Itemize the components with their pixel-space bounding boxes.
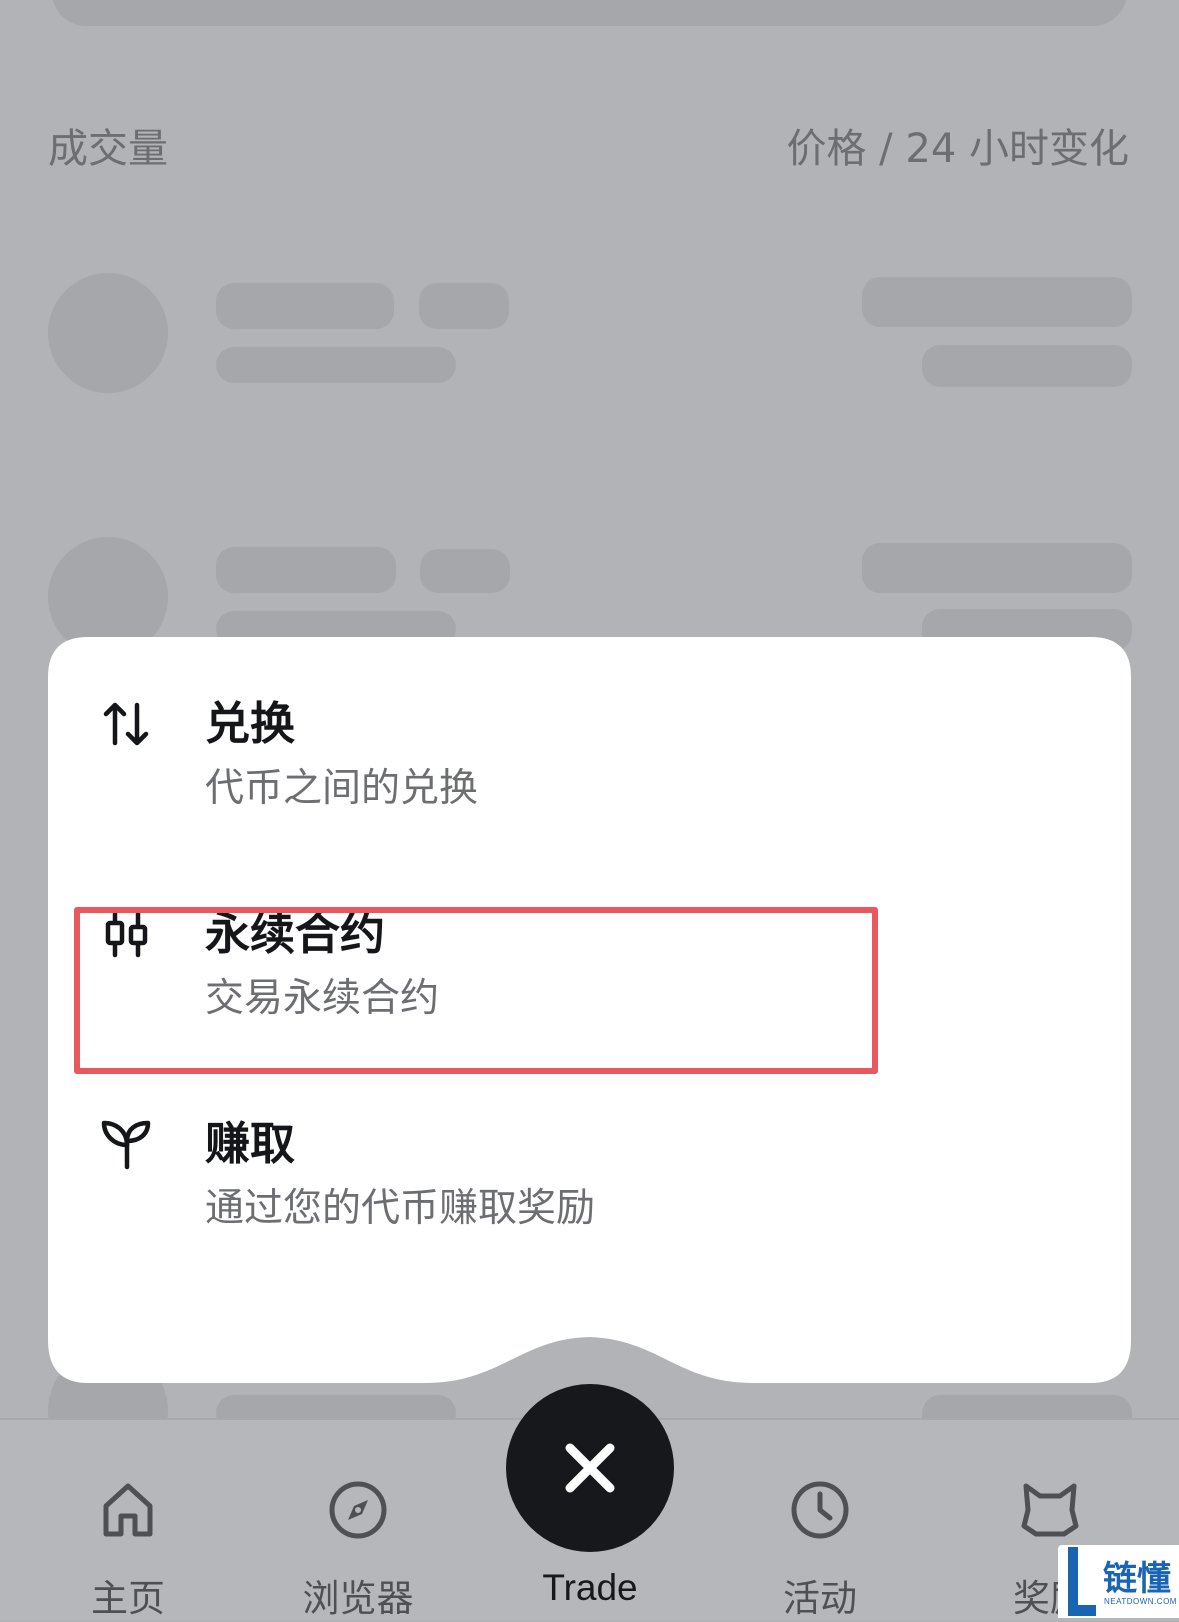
nav-label: 主页 (91, 1577, 165, 1620)
skeleton-line (216, 347, 456, 383)
column-header-volume: 成交量 (48, 126, 168, 172)
menu-item-subtitle: 通过您的代币赚取奖励 (205, 1186, 596, 1231)
nav-label: 活动 (783, 1577, 857, 1620)
nav-item-activity[interactable]: 活动 (730, 1420, 910, 1620)
skeleton-line (420, 549, 510, 593)
column-header-price-change: 价格 / 24 小时变化 (786, 126, 1129, 172)
fox-icon (1021, 1483, 1079, 1537)
watermark-text: 链懂 (1103, 1559, 1171, 1599)
menu-item-earn[interactable]: 赚取 通过您的代币赚取奖励 (48, 1057, 1131, 1231)
skeleton-line (216, 547, 396, 593)
skeleton-avatar (48, 273, 168, 393)
nav-label: 浏览器 (302, 1577, 414, 1620)
menu-item-title: 兑换 (205, 697, 296, 750)
menu-item-swap[interactable]: 兑换 代币之间的兑换 (48, 637, 1131, 811)
clock-icon (791, 1481, 849, 1539)
nav-item-browser[interactable]: 浏览器 (268, 1420, 448, 1620)
menu-item-subtitle: 代币之间的兑换 (205, 766, 479, 811)
skeleton-line (862, 543, 1132, 593)
skeleton-search-bar (52, 0, 1127, 26)
highlight-box (74, 907, 878, 1074)
home-icon (103, 1483, 153, 1537)
skeleton-line (419, 283, 509, 329)
trade-close-button[interactable] (506, 1384, 674, 1552)
watermark: 链懂 NEATDOWN.COM (1058, 1545, 1179, 1618)
skeleton-line (922, 345, 1132, 387)
watermark-subtext: NEATDOWN.COM (1104, 1597, 1177, 1606)
trade-label: Trade (542, 1567, 638, 1608)
swap-arrows-icon (103, 702, 149, 746)
menu-item-title: 赚取 (205, 1117, 296, 1170)
watermark-logo (1068, 1547, 1096, 1616)
compass-icon (329, 1481, 387, 1539)
close-icon (565, 1443, 615, 1493)
skeleton-line (216, 283, 394, 329)
sprout-icon (101, 1120, 151, 1170)
skeleton-line (862, 277, 1132, 327)
nav-item-home[interactable]: 主页 (38, 1420, 218, 1620)
